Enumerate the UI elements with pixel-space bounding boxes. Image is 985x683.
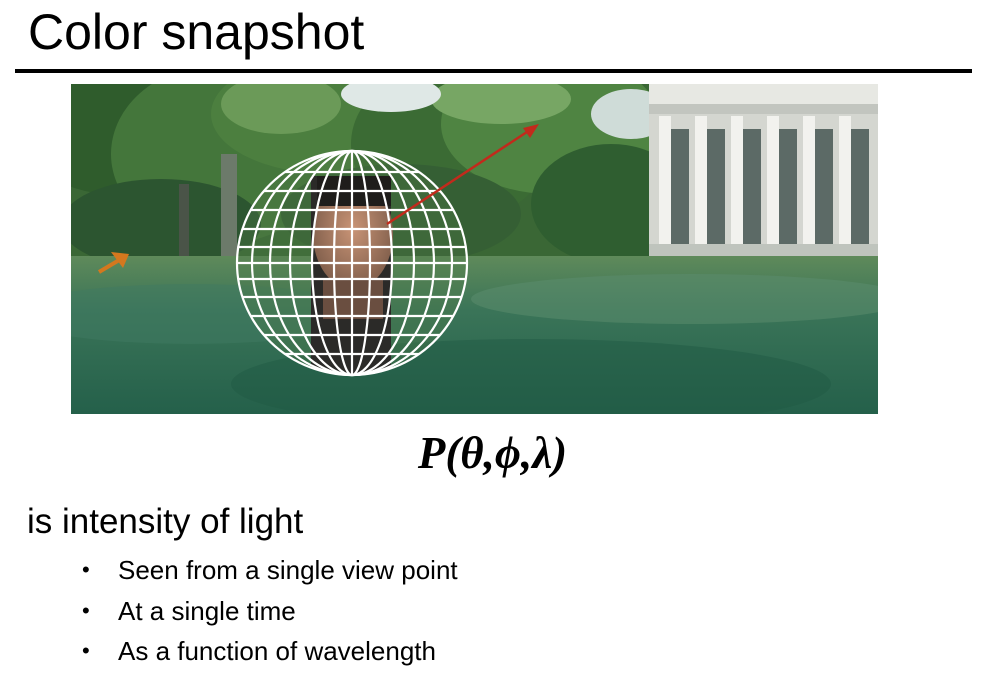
- plenoptic-formula: P(θ,ϕ,λ): [417, 428, 568, 478]
- bullet-icon: •: [82, 638, 90, 663]
- bullet-icon: •: [82, 597, 90, 623]
- bullet-text: Seen from a single view point: [118, 555, 458, 585]
- campus-photo: [71, 84, 878, 414]
- columned-building: [649, 84, 878, 262]
- bullet-text: As a function of wavelength: [118, 636, 436, 666]
- title-divider: [15, 69, 972, 73]
- bullet-text: At a single time: [118, 595, 296, 626]
- bullet-icon: •: [82, 557, 90, 582]
- slide-title: Color snapshot: [28, 4, 365, 60]
- formula-description: is intensity of light: [27, 502, 304, 541]
